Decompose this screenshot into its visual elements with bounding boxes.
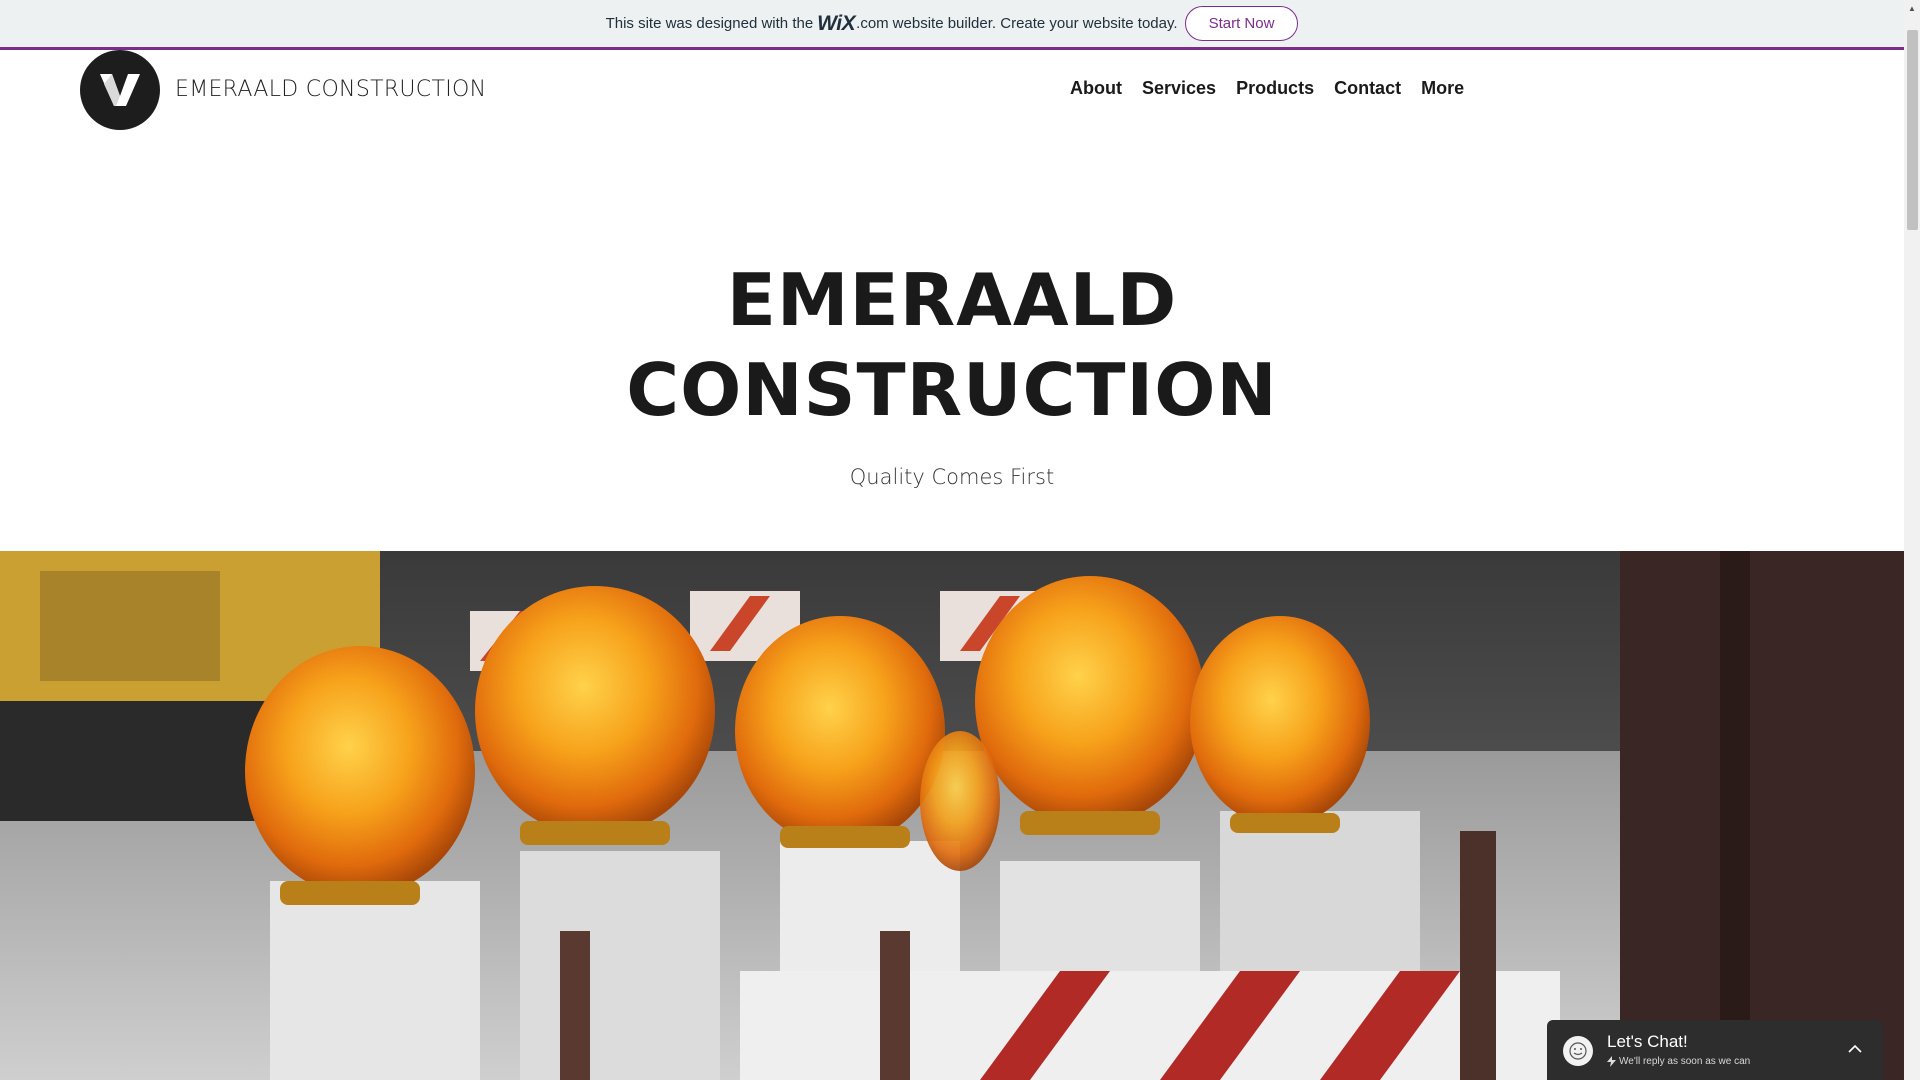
hero-title: EMERAALD CONSTRUCTION bbox=[0, 255, 1904, 435]
banner-text-after: website builder. Create your website tod… bbox=[892, 15, 1178, 32]
hero-title-line2: CONSTRUCTION bbox=[626, 348, 1278, 432]
nav-contact[interactable]: Contact bbox=[1324, 78, 1411, 99]
scrollbar-thumb[interactable] bbox=[1907, 30, 1918, 230]
nav-more[interactable]: More bbox=[1411, 78, 1474, 99]
wix-banner: This site was designed with the WiX .com… bbox=[0, 0, 1904, 50]
hero-title-line1: EMERAALD bbox=[726, 258, 1178, 342]
hero-subtitle: Quality Comes First bbox=[849, 465, 1055, 489]
chevron-up-icon[interactable] bbox=[1847, 1040, 1863, 1056]
chat-widget[interactable]: Let's Chat! We'll reply as soon as we ca… bbox=[1547, 1020, 1883, 1080]
hero-image-construction-lights bbox=[0, 551, 1904, 1080]
page-scrollbar[interactable]: ▲ bbox=[1904, 0, 1920, 1080]
arrow-up-icon[interactable]: ▲ bbox=[1904, 0, 1920, 16]
site-header: EMERAALD CONSTRUCTION About Services Pro… bbox=[0, 50, 1904, 140]
wix-logo[interactable]: WiX bbox=[817, 12, 855, 36]
nav-products[interactable]: Products bbox=[1226, 78, 1324, 99]
nav-services[interactable]: Services bbox=[1132, 78, 1226, 99]
start-now-button[interactable]: Start Now bbox=[1184, 6, 1299, 41]
chat-title: Let's Chat! bbox=[1607, 1032, 1688, 1051]
site-name[interactable]: EMERAALD CONSTRUCTION bbox=[175, 77, 486, 102]
lightning-icon bbox=[1607, 1056, 1616, 1067]
v-logo-icon bbox=[100, 74, 140, 106]
wix-dotcom: .com bbox=[856, 15, 889, 32]
nav-about[interactable]: About bbox=[1060, 78, 1132, 99]
smiley-icon bbox=[1563, 1036, 1593, 1066]
site-logo[interactable] bbox=[80, 50, 160, 130]
chat-subtitle: We'll reply as soon as we can bbox=[1607, 1056, 1750, 1067]
chat-subtitle-text: We'll reply as soon as we can bbox=[1619, 1056, 1751, 1067]
main-nav: About Services Products Contact More bbox=[1060, 78, 1474, 99]
banner-text-before: This site was designed with the bbox=[605, 15, 814, 32]
